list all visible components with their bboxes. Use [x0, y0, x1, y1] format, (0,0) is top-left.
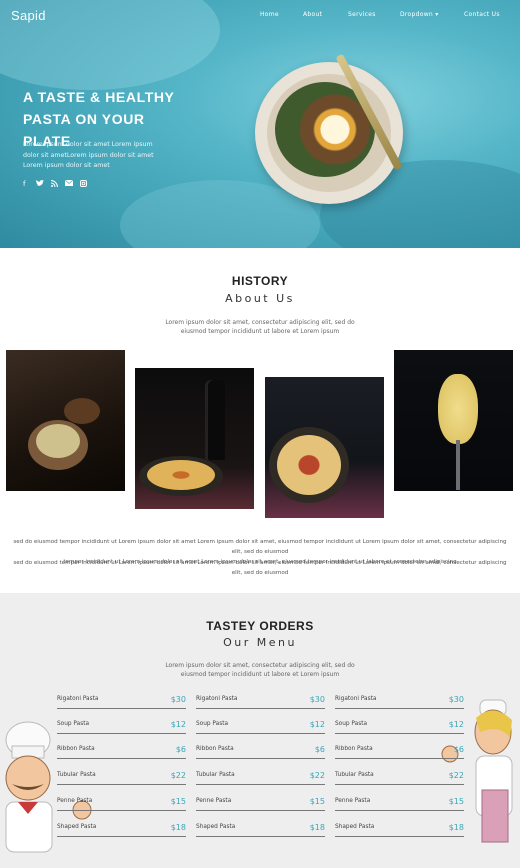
menu-item-price: $12: [448, 720, 464, 729]
menu-item-price: $12: [170, 720, 186, 729]
menu-item[interactable]: Penne Pasta $15: [196, 795, 325, 811]
menu-item-name: Rigatoni Pasta: [335, 696, 377, 702]
menu-item-name: Tubular Pasta: [196, 772, 235, 778]
history-desc: Lorem ipsum dolor sit amet, consectetur …: [0, 318, 520, 336]
menu-item-name: Rigatoni Pasta: [196, 696, 238, 702]
menu-desc-line1: Lorem ipsum dolor sit amet, consectetur …: [165, 662, 355, 669]
menu-item[interactable]: Ribbon Pasta $6: [196, 743, 325, 759]
history-desc-line2: eiusmod tempor incididunt ut labore et L…: [180, 328, 340, 335]
menu-item[interactable]: Rigatoni Pasta $30: [196, 693, 325, 709]
menu-item-price: $22: [309, 771, 325, 780]
main-nav: Home About Services Dropdown ▾ Contact U…: [0, 11, 520, 23]
menu-item-price: $18: [170, 823, 186, 832]
menu-item-price: $30: [448, 695, 464, 704]
hero-text: Lorem ipsum dolor sit amet Lorem ipsum d…: [23, 141, 154, 169]
menu-item-price: $30: [309, 695, 325, 704]
nav-home[interactable]: Home: [260, 11, 279, 18]
menu-desc-line2: eiusmod tempor incididunt ut labore et L…: [180, 671, 340, 678]
menu-item[interactable]: Penne Pasta $15: [335, 795, 464, 811]
chef-cartoon-left: [0, 718, 95, 868]
menu-item-name: Shaped Pasta: [57, 824, 97, 830]
menu-item-name: Rigatoni Pasta: [57, 696, 99, 702]
facebook-icon[interactable]: f: [23, 180, 25, 188]
menu-item-price: $15: [170, 797, 186, 806]
menu-item-name: Tubular Pasta: [57, 772, 96, 778]
menu-item-name: Ribbon Pasta: [335, 746, 373, 752]
menu-item-name: Soup Pasta: [57, 721, 90, 727]
menu-item-price: $6: [453, 745, 464, 754]
history-subtitle: About Us: [225, 292, 295, 305]
nav-contact[interactable]: Contact Us: [464, 11, 500, 18]
menu-desc: Lorem ipsum dolor sit amet, consectetur …: [0, 661, 520, 679]
menu-item-price: $6: [314, 745, 325, 754]
menu-item-price: $18: [448, 823, 464, 832]
menu-item-price: $12: [309, 720, 325, 729]
instagram-icon[interactable]: [80, 180, 87, 189]
pasta-wine-photo: [135, 368, 254, 509]
menu-item-price: $18: [309, 823, 325, 832]
menu-item-price: $15: [448, 797, 464, 806]
menu-item[interactable]: Soup Pasta $12: [57, 718, 186, 734]
nav-services[interactable]: Services: [348, 11, 376, 18]
menu-item[interactable]: Shaped Pasta $18: [335, 821, 464, 837]
hero-banner: Sapid Home About Services Dropdown ▾ Con…: [0, 0, 520, 248]
history-text-line1: sed do eiusmod tempor incididunt ut Lore…: [13, 539, 507, 555]
menu-item-name: Ribbon Pasta: [57, 746, 95, 752]
menu-item-name: Shaped Pasta: [196, 824, 236, 830]
menu-item-name: Ribbon Pasta: [196, 746, 234, 752]
hero-title-line1: A TASTE & HEALTHY: [23, 89, 175, 105]
menu-item-name: Penne Pasta: [196, 798, 232, 804]
menu-item-price: $22: [170, 771, 186, 780]
nav-about[interactable]: About: [303, 11, 322, 18]
history-paragraph-2: sed do eiusmod tempor incididunt ut Lore…: [13, 560, 507, 576]
menu-item[interactable]: Shaped Pasta $18: [196, 821, 325, 837]
menu-item-name: Penne Pasta: [335, 798, 371, 804]
fork-pasta-photo: [394, 350, 513, 491]
menu-item[interactable]: Penne Pasta $15: [57, 795, 186, 811]
menu-item[interactable]: Rigatoni Pasta $30: [335, 693, 464, 709]
nav-dropdown[interactable]: Dropdown ▾: [400, 11, 439, 18]
menu-item-price: $6: [175, 745, 186, 754]
menu-item[interactable]: Soup Pasta $12: [196, 718, 325, 734]
menu-item-price: $30: [170, 695, 186, 704]
menu-item-name: Soup Pasta: [335, 721, 368, 727]
history-title: HISTORY: [231, 274, 289, 288]
rss-icon[interactable]: [50, 180, 58, 189]
menu-item[interactable]: Ribbon Pasta $6: [335, 743, 464, 759]
menu-item-price: $15: [309, 797, 325, 806]
pasta-bowl-photo: [265, 377, 384, 518]
menu-item[interactable]: Tubular Pasta $22: [196, 769, 325, 785]
menu-item[interactable]: Tubular Pasta $22: [335, 769, 464, 785]
spice-bowl-photo: [6, 350, 125, 491]
menu-item[interactable]: Ribbon Pasta $6: [57, 743, 186, 759]
menu-item-name: Tubular Pasta: [335, 772, 374, 778]
menu-item[interactable]: Soup Pasta $12: [335, 718, 464, 734]
menu-item[interactable]: Rigatoni Pasta $30: [57, 693, 186, 709]
menu-title: TASTEY ORDERS: [206, 619, 314, 633]
menu-item-name: Soup Pasta: [196, 721, 229, 727]
menu-subtitle: Our Menu: [223, 636, 297, 649]
mail-icon[interactable]: [64, 179, 74, 188]
menu-item[interactable]: Shaped Pasta $18: [57, 821, 186, 837]
menu-item-name: Shaped Pasta: [335, 824, 375, 830]
menu-item-price: $22: [448, 771, 464, 780]
menu-item-name: Penne Pasta: [57, 798, 93, 804]
twitter-icon[interactable]: [36, 180, 44, 189]
menu-item[interactable]: Tubular Pasta $22: [57, 769, 186, 785]
history-desc-line1: Lorem ipsum dolor sit amet, consectetur …: [165, 319, 355, 326]
